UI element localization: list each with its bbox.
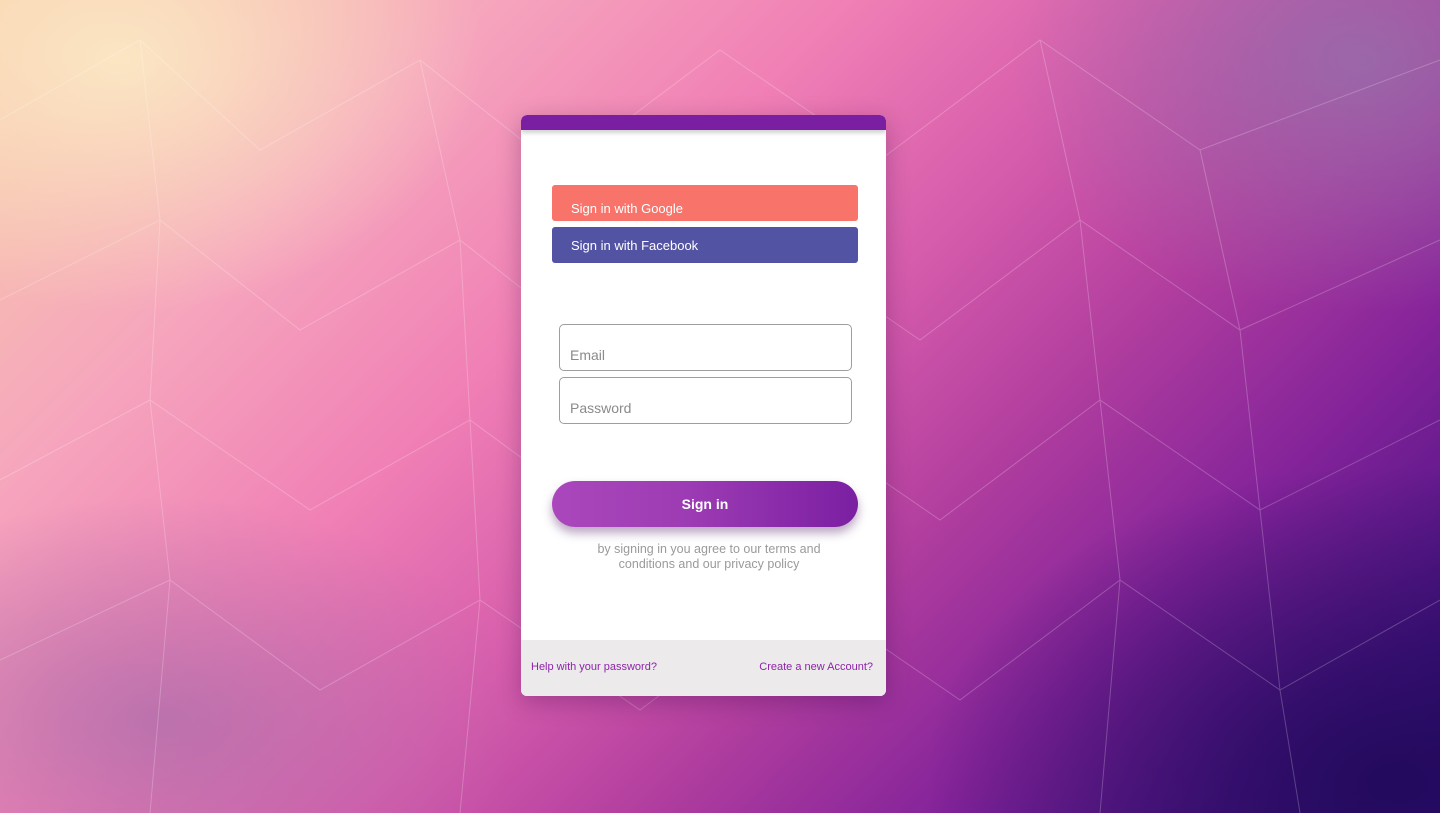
- card-accent-bar: [521, 115, 886, 130]
- google-signin-button[interactable]: Sign in with Google: [552, 185, 858, 221]
- signin-button[interactable]: Sign in: [552, 481, 858, 527]
- login-card: Sign in with Google Sign in with Faceboo…: [521, 115, 886, 696]
- terms-notice: by signing in you agree to our terms and…: [597, 542, 821, 571]
- card-footer: Help with your password? Create a new Ac…: [521, 640, 886, 696]
- facebook-signin-button[interactable]: Sign in with Facebook: [552, 227, 858, 263]
- email-input[interactable]: [559, 324, 852, 371]
- password-help-link[interactable]: Help with your password?: [531, 661, 657, 673]
- create-account-link[interactable]: Create a new Account?: [759, 661, 873, 673]
- password-input[interactable]: [559, 377, 852, 424]
